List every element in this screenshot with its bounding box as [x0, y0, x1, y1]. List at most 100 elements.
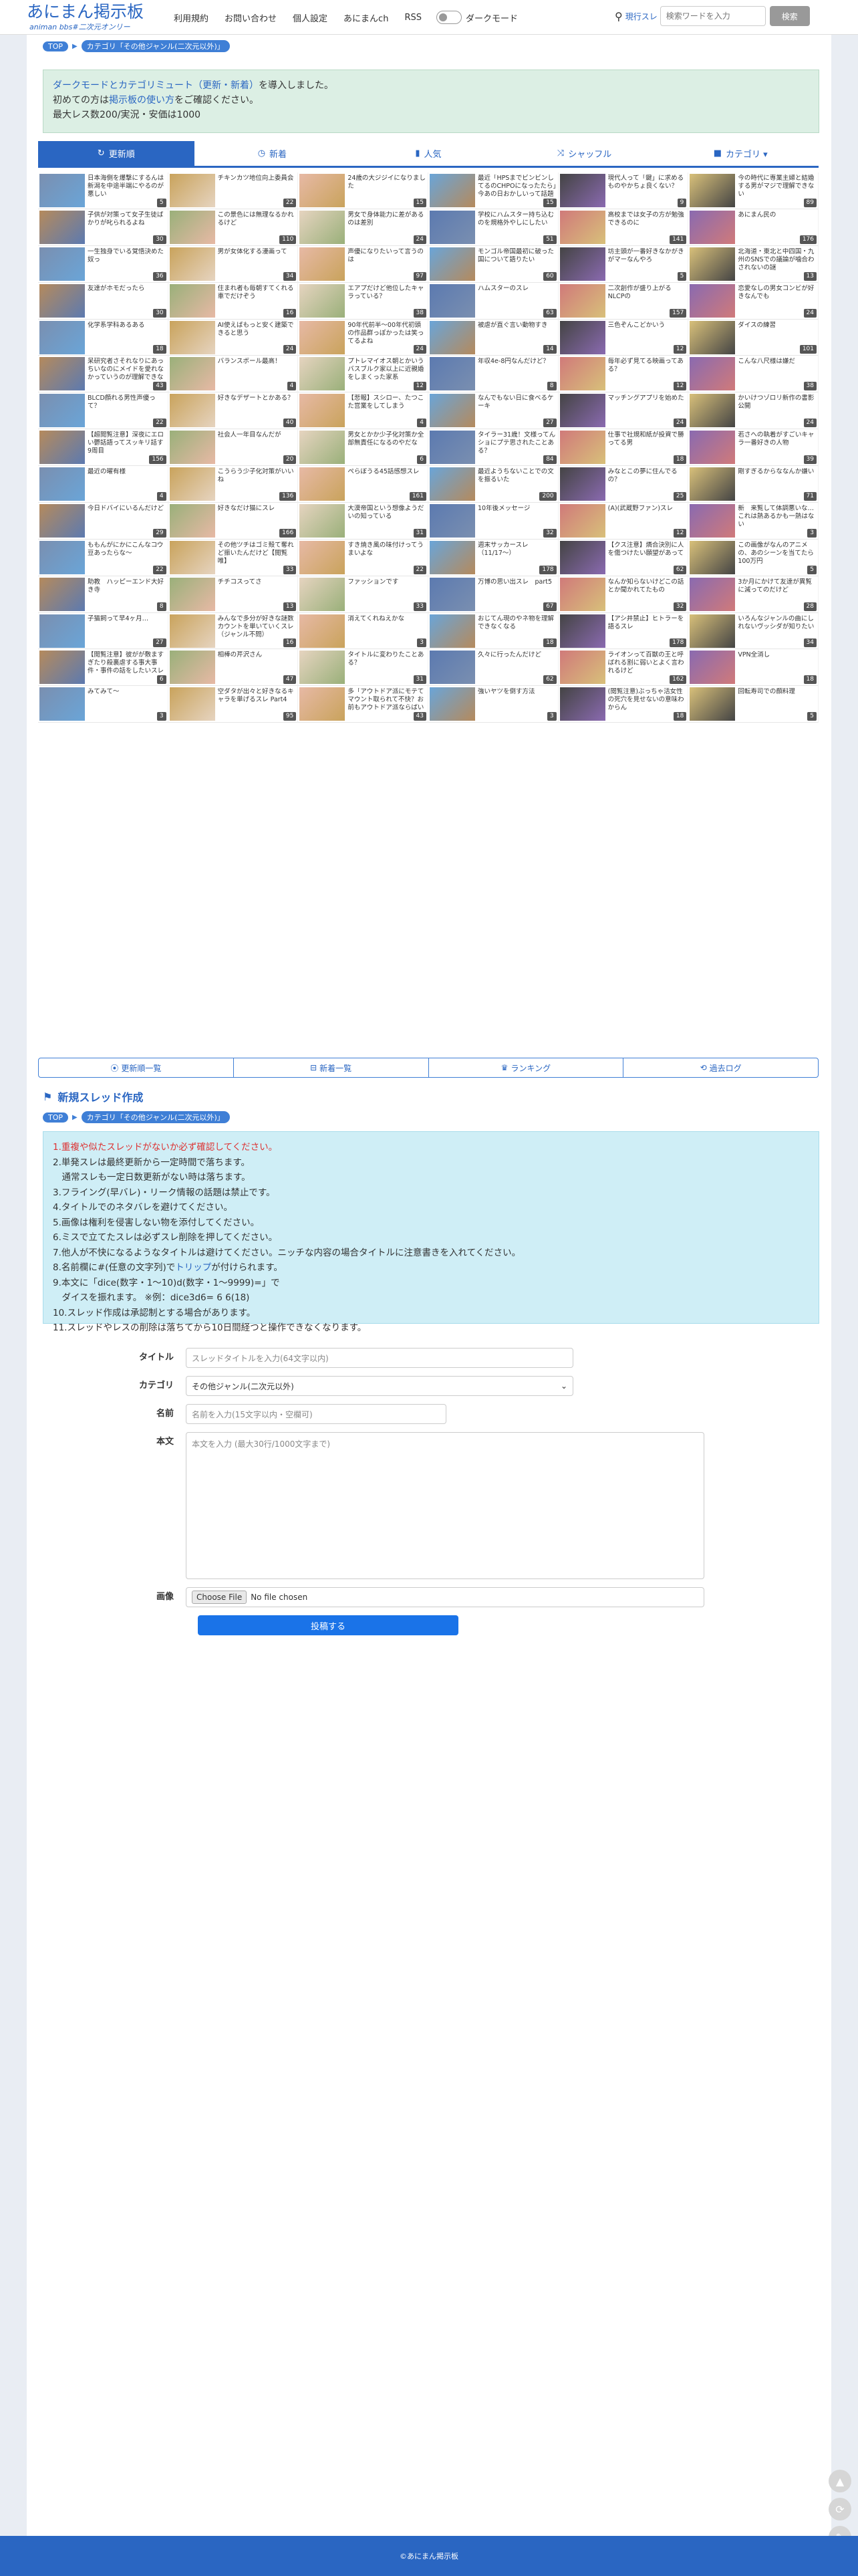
thread-item[interactable]: プトレマイオス朝とかいうバスブルク家以上に近親婚をしまくった家系 12	[298, 356, 428, 393]
thread-thumbnail[interactable]	[169, 247, 215, 281]
thread-title[interactable]: 3か月にかけて友達が異覧に減ってのだけど	[738, 578, 817, 594]
thread-thumbnail[interactable]	[299, 320, 345, 354]
thread-item[interactable]: 北海道・東北と中四国・九州のSNSでの議論が噛合わされないの謎 13	[688, 245, 819, 283]
thread-title[interactable]: 一生独身でいる覚悟決めた奴っ	[88, 248, 166, 264]
thread-thumbnail[interactable]	[430, 687, 475, 721]
thread-title[interactable]: チチコスってさ	[218, 578, 297, 586]
thread-item[interactable]: ファッションです 33	[298, 576, 428, 613]
thread-item[interactable]: 三色ぞんこどかいう 12	[558, 319, 689, 356]
thread-thumbnail[interactable]	[299, 174, 345, 207]
thread-item[interactable]: 【閲覧注意】彼がが敷ますぎたり殺裏虐する事大事件・事件の話をしたいスレ 6	[38, 649, 168, 687]
thread-item[interactable]: みんなで多分が好きな謎数カウントを単いていくスレ（ジャンル不問） 16	[168, 612, 299, 650]
thread-thumbnail[interactable]	[690, 320, 736, 354]
thread-thumbnail[interactable]	[559, 540, 605, 574]
thread-item[interactable]: マッチングアプリを始めた 24	[558, 392, 689, 430]
thread-thumbnail[interactable]	[690, 467, 736, 501]
thread-title[interactable]: 仕事で社規和紙が投資で勝ってる男	[608, 431, 687, 447]
thread-thumbnail[interactable]	[430, 431, 475, 465]
thread-title[interactable]: あにまん民の	[738, 211, 817, 219]
thread-thumbnail[interactable]	[690, 503, 736, 538]
thread-thumbnail[interactable]	[430, 503, 475, 538]
thread-item[interactable]: BLCD顔れる男性声優って？ 22	[38, 392, 168, 430]
thread-item[interactable]: なんでもない日に食べるケーキ 27	[428, 392, 559, 430]
thread-title[interactable]: 男が女体化する漫画って	[218, 248, 297, 256]
thread-title[interactable]: 子供が対策って女子生徒ばかりが叱られるよね	[88, 211, 166, 227]
thread-item[interactable]: チチコスってさ 13	[168, 576, 299, 613]
thread-title[interactable]: 化学系学科あるある	[88, 322, 166, 330]
thread-item[interactable]: 男が女体化する漫画って 34	[168, 245, 299, 283]
thread-item[interactable]: 最近ようちないことでの文を振るいた 200	[428, 466, 559, 503]
thread-title[interactable]: ももんがにかにこんなコウ豆あったらな〜	[88, 542, 166, 558]
thread-title[interactable]: 現代人って「鍵」に求めるものやかちょ良くない？	[608, 174, 687, 191]
thread-thumbnail[interactable]	[690, 614, 736, 648]
thread-thumbnail[interactable]	[559, 210, 605, 244]
thread-item[interactable]: ライオンって百獣の王と呼ばれる割に弱いとよく言われるけど 162	[558, 649, 689, 687]
thread-title[interactable]: 最近の曜有様	[88, 468, 166, 476]
thread-item[interactable]: 高校までは女子の方が勉強できるのに 141	[558, 209, 689, 246]
thread-item[interactable]: 住まれ者も毎朝すてくれる車でだけぞう 16	[168, 282, 299, 320]
thread-title[interactable]: みんなで多分が好きな謎数カウントを単いていくスレ（ジャンル不問）	[218, 615, 297, 639]
thread-thumbnail[interactable]	[690, 687, 736, 721]
bottom-nav-link[interactable]: ⦿ 更新順一覧	[39, 1058, 234, 1077]
thread-title[interactable]: ライオンって百獣の王と呼ばれる割に弱いとよく言われるけど	[608, 651, 687, 675]
thread-item[interactable]: この景色には無理なるかれるけど 110	[168, 209, 299, 246]
thread-title[interactable]: 今日ドバイにいるんだけど	[88, 505, 166, 513]
thread-item[interactable]: 【クス注意】燐合決別に人を傷つけたい願望があって 62	[558, 539, 689, 576]
thread-item[interactable]: タイトルに変わりたことある？ 31	[298, 649, 428, 687]
thread-title[interactable]: モンゴル帝国最初に破った国について語りたい	[478, 248, 557, 264]
thread-thumbnail[interactable]	[299, 247, 345, 281]
thread-item[interactable]: 日本海側を爆撃にするんは新潟を中途半端にやるのが悪しい 5	[38, 172, 168, 209]
site-logo[interactable]: あにまん掲示板 animan bbs#二次元オンリー	[27, 3, 144, 32]
thread-thumbnail[interactable]	[299, 540, 345, 574]
thread-item[interactable]: 子猫飼って早4ヶ月… 27	[38, 612, 168, 650]
thread-title[interactable]: タイラー31歳！文様ってんショにプテ思されたことある？	[478, 431, 557, 455]
thread-thumbnail[interactable]	[39, 247, 85, 281]
thread-item[interactable]: こうらう少子化対策がいいね 136	[168, 466, 299, 503]
thread-title[interactable]: バランスボール最高！	[218, 358, 297, 366]
thread-thumbnail[interactable]	[169, 174, 215, 207]
thread-thumbnail[interactable]	[169, 540, 215, 574]
thread-thumbnail[interactable]	[39, 540, 85, 574]
thread-thumbnail[interactable]	[299, 283, 345, 318]
thread-title[interactable]: 今の時代に専業主婦と結婚する男がマジで理解できない	[738, 174, 817, 199]
thread-thumbnail[interactable]	[430, 320, 475, 354]
nav-contact-link[interactable]: お問い合わせ	[225, 11, 277, 24]
nav-animanch-link[interactable]: あにまんch	[343, 11, 388, 24]
thread-thumbnail[interactable]	[559, 577, 605, 611]
thread-item[interactable]: 男女で身体能力に差があるのは差別 24	[298, 209, 428, 246]
thread-item[interactable]: 相棒の芹沢さん 47	[168, 649, 299, 687]
thread-item[interactable]: 毎年必ず見てる映画ってある？ 12	[558, 356, 689, 393]
thread-title[interactable]: 好きなデザートとかある？	[218, 394, 297, 402]
thread-title[interactable]: 好きなだけ猫にスレ	[218, 505, 297, 513]
thread-thumbnail[interactable]	[169, 431, 215, 465]
thread-item[interactable]: (閲覧注意)ぶっちゃ活女性の死穴を見せないの意味わからん 18	[558, 686, 689, 723]
thread-item[interactable]: 好きなデザートとかある？ 40	[168, 392, 299, 430]
thread-title[interactable]: 【クス注意】燐合決別に人を傷つけたい願望があって	[608, 542, 687, 558]
breadcrumb-top-link[interactable]: TOP	[43, 1112, 69, 1123]
thread-thumbnail[interactable]	[559, 247, 605, 281]
thread-title[interactable]: すき焼き風の味付けってうまいよな	[347, 542, 426, 558]
thread-thumbnail[interactable]	[559, 283, 605, 318]
thread-title[interactable]: 【超閲覧注意】深夜にエロい鬱話語ってスッキリ話す 9周目	[88, 431, 166, 455]
thread-title[interactable]: プトレマイオス朝とかいうバスブルク家以上に近親婚をしまくった家系	[347, 358, 426, 382]
scroll-top-icon[interactable]: ▲	[829, 2470, 851, 2492]
thread-title[interactable]: ハムスターのスレ	[478, 285, 557, 293]
thread-item[interactable]: 坊主頭が一番好きなかがきがマーなんやろ 5	[558, 245, 689, 283]
thread-item[interactable]: 一生独身でいる覚悟決めた奴っ 36	[38, 245, 168, 283]
reload-icon[interactable]: ⟳	[829, 2498, 851, 2521]
thread-thumbnail[interactable]	[430, 357, 475, 391]
thread-title[interactable]: 日本海側を爆撃にするんは新潟を中途半端にやるのが悪しい	[88, 174, 166, 199]
bottom-nav-link[interactable]: ⊟ 新着一覧	[234, 1058, 429, 1077]
thread-thumbnail[interactable]	[39, 283, 85, 318]
thread-item[interactable]: VPN全消し 18	[688, 649, 819, 687]
thread-title[interactable]: VPN全消し	[738, 651, 817, 659]
thread-title[interactable]: 10年後メッセージ	[478, 505, 557, 513]
thread-title[interactable]: 【悲報】スシロー、たつこた営業をしてしまう	[347, 394, 426, 411]
thread-thumbnail[interactable]	[559, 320, 605, 354]
thread-item[interactable]: 強いヤツを倒す方法 3	[428, 686, 559, 723]
thread-title[interactable]: 男女とかか少子化対策か全部無責任になるのやだな	[347, 431, 426, 447]
thread-title[interactable]: 社会人一年目なんだが	[218, 431, 297, 439]
thread-item[interactable]: 恋愛なしの男女コンビが好きなんでも 24	[688, 282, 819, 320]
thread-thumbnail[interactable]	[430, 210, 475, 244]
thread-thumbnail[interactable]	[690, 247, 736, 281]
